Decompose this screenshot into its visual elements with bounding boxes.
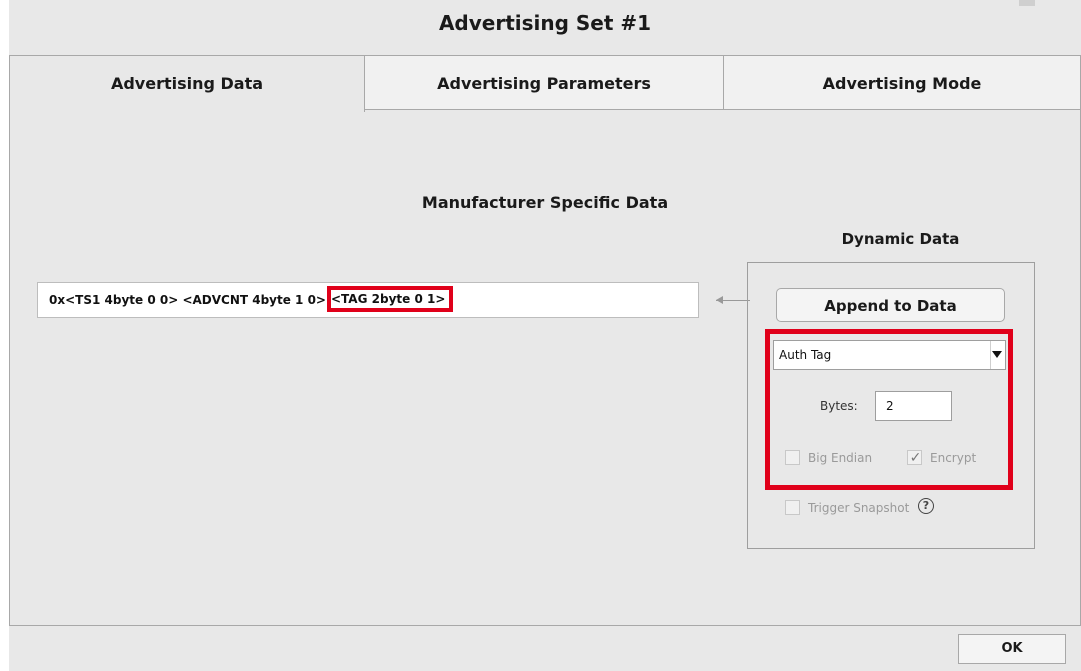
encrypt-label: Encrypt — [930, 451, 977, 465]
big-endian-label: Big Endian — [808, 451, 873, 465]
manufacturer-data-field[interactable]: 0x<TS1 4byte 0 0> <ADVCNT 4byte 1 0> <TAG… — [37, 282, 699, 318]
append-to-data-button[interactable]: Append to Data — [776, 288, 1005, 322]
dynamic-data-title: Dynamic Data — [841, 230, 960, 248]
section-title: Manufacturer Specific Data — [421, 193, 669, 212]
select-divider — [990, 341, 991, 369]
ok-button[interactable]: OK — [958, 634, 1066, 664]
data-token-advcnt: <ADVCNT 4byte 1 0> — [182, 293, 326, 307]
tab-advertising-mode[interactable]: Advertising Mode — [723, 55, 1081, 110]
encrypt-checkbox[interactable]: ✓ — [907, 450, 922, 466]
arrow-left-icon — [716, 296, 723, 304]
checkmark-icon: ✓ — [909, 450, 922, 466]
data-token-ts1: <TS1 4byte 0 0> — [65, 293, 179, 307]
dialog-title: Advertising Set #1 — [438, 11, 652, 35]
window-control-icon[interactable] — [1019, 0, 1035, 6]
bytes-input[interactable]: 2 — [875, 391, 952, 421]
data-prefix: 0x — [49, 293, 66, 307]
trigger-snapshot-label: Trigger Snapshot — [808, 501, 910, 515]
tab-bar: Advertising Data Advertising Parameters … — [9, 55, 1081, 112]
help-icon[interactable]: ? — [918, 498, 934, 514]
big-endian-checkbox[interactable] — [785, 450, 800, 465]
dynamic-type-select[interactable]: Auth Tag — [773, 340, 1006, 370]
tab-advertising-data[interactable]: Advertising Data — [9, 55, 365, 112]
select-value: Auth Tag — [779, 348, 832, 362]
data-token-tag: <TAG 2byte 0 1> — [327, 286, 454, 312]
trigger-snapshot-checkbox[interactable] — [785, 500, 800, 515]
tab-advertising-parameters[interactable]: Advertising Parameters — [364, 55, 724, 110]
bytes-label: Bytes: — [820, 399, 858, 413]
chevron-down-icon[interactable] — [992, 351, 1002, 358]
